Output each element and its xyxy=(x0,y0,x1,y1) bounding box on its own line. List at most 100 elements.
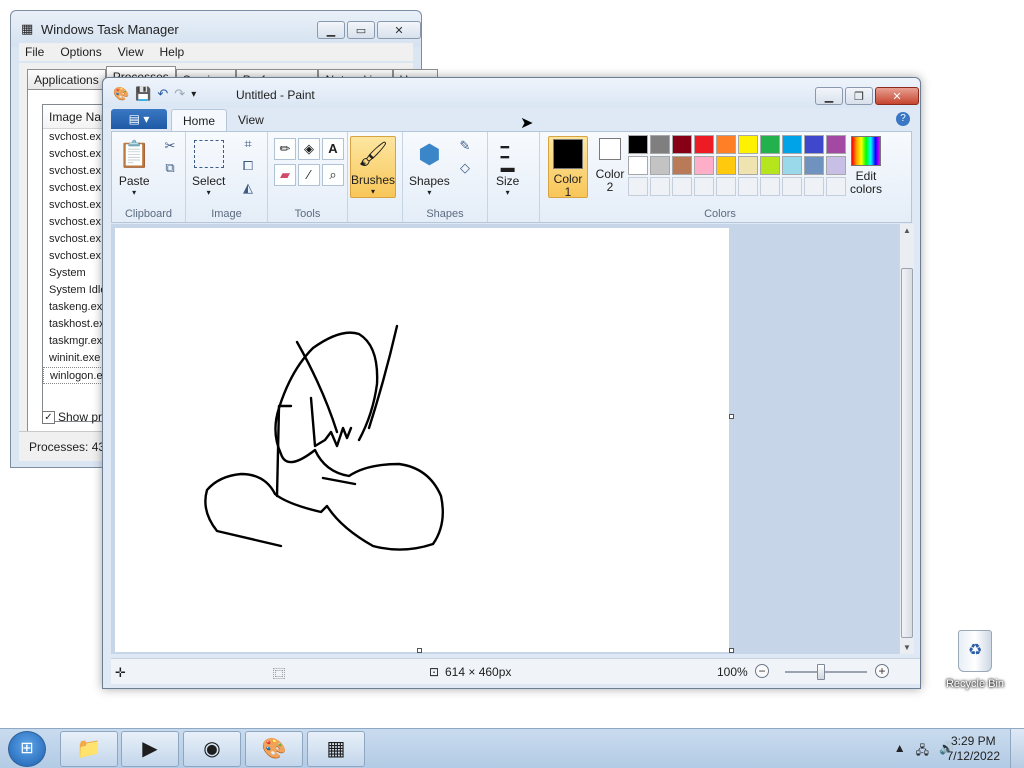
shape-fill-icon[interactable]: ◇ xyxy=(455,158,475,178)
palette-swatch[interactable] xyxy=(716,156,736,175)
taskbar-task-manager[interactable]: ▦ xyxy=(307,731,365,767)
palette-swatch[interactable] xyxy=(628,135,648,154)
magnifier-icon[interactable]: ⌕ xyxy=(322,164,344,186)
resize-handle-corner[interactable] xyxy=(729,648,734,653)
recycle-bin[interactable]: ♻ Recycle Bin xyxy=(942,630,1008,690)
taskbar-explorer[interactable]: 📁 xyxy=(60,731,118,767)
palette-swatch[interactable] xyxy=(826,156,846,175)
rotate-icon[interactable]: ◭ xyxy=(238,178,258,198)
size-button[interactable]: ━ ━ ▬ Size ▾ xyxy=(496,136,519,197)
network-icon[interactable]: 🖧 xyxy=(916,741,929,762)
resize-handle-right[interactable] xyxy=(729,414,734,419)
pencil-icon[interactable]: ✏ xyxy=(274,138,296,160)
drawing-canvas[interactable] xyxy=(115,228,729,652)
zoom-out-button[interactable]: − xyxy=(755,664,769,678)
palette-swatch[interactable] xyxy=(738,135,758,154)
palette-swatch[interactable] xyxy=(672,135,692,154)
palette-swatch[interactable] xyxy=(804,156,824,175)
customize-quick-access-icon[interactable]: ▾ xyxy=(191,89,196,100)
palette-swatch[interactable] xyxy=(716,135,736,154)
colors-group-label: Colors xyxy=(704,208,736,220)
palette-swatch[interactable] xyxy=(826,135,846,154)
cut-icon[interactable]: ✂ xyxy=(160,136,180,156)
palette-swatch[interactable] xyxy=(672,156,692,175)
maximize-button[interactable]: ▭ xyxy=(347,21,375,39)
scrollbar-thumb[interactable] xyxy=(901,268,913,638)
crop-icon[interactable]: ⌗ xyxy=(238,134,258,154)
size-label: Size xyxy=(496,174,520,188)
palette-swatch[interactable] xyxy=(760,135,780,154)
outline-icon[interactable]: ✎ xyxy=(455,136,475,156)
help-icon[interactable]: ? xyxy=(896,112,910,126)
show-hidden-icons-icon[interactable]: ▲ xyxy=(894,741,906,762)
menu-options[interactable]: Options xyxy=(60,43,101,61)
taskbar-chrome[interactable]: ◉ xyxy=(183,731,241,767)
palette-swatch[interactable] xyxy=(782,135,802,154)
zoom-slider-track[interactable] xyxy=(785,671,867,673)
zoom-in-button[interactable]: + xyxy=(875,664,889,678)
menu-view[interactable]: View xyxy=(118,43,144,61)
close-button[interactable]: ✕ xyxy=(377,21,421,39)
palette-swatch[interactable] xyxy=(694,135,714,154)
show-processes-checkbox[interactable]: ✓ xyxy=(42,410,55,424)
custom-color-slot[interactable] xyxy=(782,177,802,196)
paint-minimize-button[interactable]: ▁ xyxy=(815,87,843,105)
shapes-button[interactable]: ⬢ Shapes ▾ xyxy=(409,136,450,197)
custom-color-slot[interactable] xyxy=(716,177,736,196)
start-button[interactable]: ⊞ xyxy=(8,731,46,767)
color-picker-icon[interactable]: ⁄ xyxy=(298,164,320,186)
eraser-icon[interactable]: ▰ xyxy=(274,164,296,186)
redo-icon[interactable]: ↷ xyxy=(174,86,185,102)
scroll-down-icon[interactable]: ▼ xyxy=(900,643,914,652)
undo-icon[interactable]: ↶ xyxy=(157,86,168,102)
save-icon[interactable]: 💾 xyxy=(135,86,151,102)
paint-menu-button[interactable]: ▤ ▾ xyxy=(111,109,167,129)
palette-swatch[interactable] xyxy=(694,156,714,175)
show-processes-option[interactable]: ✓ Show pro xyxy=(42,410,109,424)
palette-swatch[interactable] xyxy=(650,135,670,154)
taskbar-paint[interactable]: 🎨 xyxy=(245,731,303,767)
resize-handle-bottom[interactable] xyxy=(417,648,422,653)
custom-color-slot[interactable] xyxy=(738,177,758,196)
copy-icon[interactable]: ⧉ xyxy=(160,158,180,178)
vertical-scrollbar[interactable]: ▲ ▼ xyxy=(899,224,914,654)
palette-swatch[interactable] xyxy=(738,156,758,175)
paint-maximize-button[interactable]: ❐ xyxy=(845,87,873,105)
custom-color-slot[interactable] xyxy=(804,177,824,196)
palette-swatch[interactable] xyxy=(804,135,824,154)
palette-swatch[interactable] xyxy=(760,156,780,175)
menu-help[interactable]: Help xyxy=(160,43,185,61)
resize-icon[interactable]: ⧠ xyxy=(238,156,258,176)
custom-color-slot[interactable] xyxy=(760,177,780,196)
custom-color-slot[interactable] xyxy=(672,177,692,196)
color1-button[interactable]: Color 1 xyxy=(548,136,588,199)
custom-color-slot[interactable] xyxy=(650,177,670,196)
paint-window[interactable]: 🎨 💾 ↶ ↷ ▾ Untitled - Paint ▁ ❐ ✕ ▤ ▾ Hom… xyxy=(102,77,921,689)
brushes-button[interactable]: 🖌 Brushes ▾ xyxy=(350,136,396,198)
tab-applications[interactable]: Applications xyxy=(27,69,106,89)
paint-close-button[interactable]: ✕ xyxy=(875,87,919,105)
tab-home[interactable]: Home xyxy=(171,109,228,132)
show-desktop-button[interactable] xyxy=(1010,729,1024,768)
palette-swatch[interactable] xyxy=(628,156,648,175)
paste-button[interactable]: 📋 Paste ▾ xyxy=(118,136,150,197)
custom-color-slot[interactable] xyxy=(628,177,648,196)
palette-swatch[interactable] xyxy=(650,156,670,175)
fill-icon[interactable]: ◈ xyxy=(298,138,320,160)
tab-view[interactable]: View xyxy=(227,109,275,132)
taskbar-media-player[interactable]: ▶ xyxy=(121,731,179,767)
edit-colors-button[interactable]: Edit colors xyxy=(850,136,882,196)
minimize-button[interactable]: ▁ xyxy=(317,21,345,39)
custom-color-slot[interactable] xyxy=(694,177,714,196)
select-button[interactable]: Select ▾ xyxy=(192,136,225,197)
text-icon[interactable]: A xyxy=(322,138,344,160)
paint-titlebar[interactable]: 🎨 💾 ↶ ↷ ▾ Untitled - Paint ▁ ❐ ✕ xyxy=(103,78,920,108)
color2-button[interactable]: Color 2 xyxy=(590,136,630,198)
clock[interactable]: 3:29 PM 7/12/2022 xyxy=(947,734,1000,764)
task-manager-titlebar[interactable]: ▦ Windows Task Manager ▁ ▭ ✕ xyxy=(11,11,421,47)
palette-swatch[interactable] xyxy=(782,156,802,175)
menu-file[interactable]: File xyxy=(25,43,44,61)
custom-color-slot[interactable] xyxy=(826,177,846,196)
zoom-slider-thumb[interactable] xyxy=(817,664,825,680)
scroll-up-icon[interactable]: ▲ xyxy=(900,226,914,235)
